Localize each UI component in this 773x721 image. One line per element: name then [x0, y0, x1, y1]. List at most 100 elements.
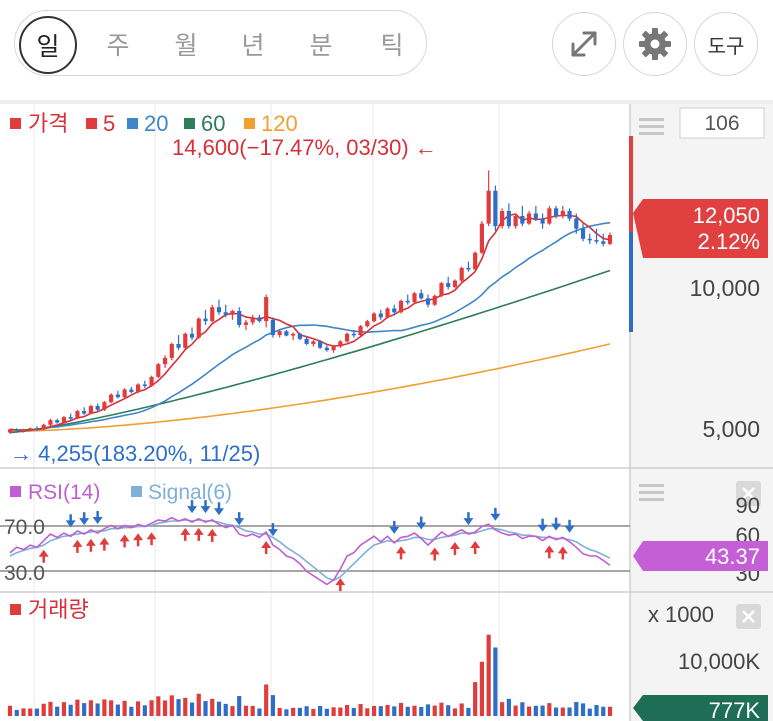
candle [311, 340, 316, 347]
volume-bar [264, 684, 269, 716]
sell-cross-arrow [79, 512, 90, 526]
volume-bar [7, 705, 13, 716]
legend-ma60: 60 [201, 111, 225, 136]
tab-period-day[interactable]: 일 [19, 16, 77, 74]
volume-bar [432, 705, 437, 716]
candle [136, 383, 141, 394]
volume-bar [14, 709, 19, 716]
legend-swatch-signal [131, 486, 142, 497]
volume-bar [156, 696, 161, 716]
candle [567, 208, 572, 222]
high-price-label: 14,600(−17.47%, 03/30) ← [172, 135, 437, 160]
volume-bar [55, 706, 60, 716]
tab-period-week[interactable]: 주 [91, 21, 145, 67]
legend-swatch-rsi [10, 486, 21, 497]
volume-bar [230, 706, 235, 716]
volume-bar [419, 706, 424, 716]
buy-cross-arrow [193, 527, 204, 541]
volume-bar [412, 705, 417, 716]
volume-bar [587, 708, 592, 716]
candle [459, 266, 464, 282]
tab-period-year[interactable]: 년 [226, 21, 280, 67]
buy-cross-arrow [335, 578, 346, 592]
volume-bar [88, 700, 93, 716]
candle [291, 332, 296, 341]
sell-cross-arrow [213, 502, 224, 516]
sell-cross-arrow [564, 519, 575, 533]
tab-period-month[interactable]: 월 [159, 21, 213, 67]
panel-menu-icon[interactable] [639, 118, 664, 135]
candle [210, 304, 215, 323]
candle [142, 380, 147, 389]
expand-button[interactable] [552, 12, 616, 76]
volume-bar [102, 699, 107, 716]
low-price-label: → 4,255(183.20%, 11/25) [10, 441, 260, 466]
tools-button[interactable]: 도구 [694, 12, 758, 76]
sell-cross-arrow [416, 516, 427, 530]
buy-cross-arrow [38, 549, 49, 563]
candle [48, 418, 53, 427]
candle [527, 210, 532, 225]
candle [189, 327, 195, 341]
sell-cross-arrow [92, 511, 103, 525]
volume-bar [574, 701, 579, 716]
buy-cross-arrow [180, 527, 191, 541]
candle [358, 324, 363, 337]
candle [371, 312, 377, 323]
candle [520, 205, 525, 227]
volume-bar [533, 705, 538, 716]
volume-bar [567, 707, 572, 716]
candle [587, 233, 592, 244]
volume-bar [162, 700, 168, 716]
candle [560, 205, 565, 219]
sell-cross-arrow [551, 517, 562, 531]
candle [365, 319, 370, 328]
tab-period-minute[interactable]: 분 [294, 21, 348, 67]
candle [88, 404, 93, 415]
buy-cross-arrow [85, 538, 96, 552]
legend-swatch-ma20 [127, 118, 138, 129]
legend-swatch-ma60 [184, 118, 195, 129]
tab-period-tick[interactable]: 틱 [365, 21, 419, 67]
volume-bar [250, 705, 255, 716]
candle [607, 232, 613, 246]
volume-bar [149, 700, 154, 716]
candle [419, 289, 424, 300]
volume-bar [425, 704, 431, 716]
candle [324, 345, 329, 352]
volume-bar [601, 706, 606, 716]
volume-bar [371, 706, 377, 716]
volume-close-button[interactable] [736, 604, 761, 629]
candle [183, 332, 188, 349]
volume-current-value: 777K [709, 698, 761, 721]
candle [473, 251, 478, 271]
volume-bar [109, 700, 114, 716]
volume-bar [115, 704, 120, 716]
buy-cross-arrow [133, 533, 144, 547]
buy-cross-arrow [429, 547, 440, 561]
volume-unit: x 1000 [648, 602, 714, 627]
volume-bar [500, 702, 505, 716]
rsi-panel-menu-icon[interactable] [639, 484, 664, 501]
ma60-path [9, 269, 611, 434]
buy-cross-arrow [544, 545, 555, 559]
volume-bar [223, 703, 228, 716]
candle [270, 317, 276, 338]
buy-cross-arrow [72, 539, 83, 553]
candle [405, 294, 410, 305]
settings-button[interactable] [623, 12, 687, 76]
candle [237, 307, 242, 328]
vertical-gridlines [33, 104, 500, 721]
candle [338, 340, 343, 348]
candle [196, 317, 201, 339]
volume-bar [277, 707, 282, 716]
stock-chart[interactable]: 가격 5 20 60 120 14,600(−17.47%, 03/30) ← … [0, 104, 773, 721]
candle [102, 400, 107, 412]
candle [115, 390, 120, 399]
candle [506, 203, 511, 229]
candle [109, 393, 114, 404]
rsi-panel: 70.0 30.0 [0, 500, 630, 592]
candle [378, 309, 383, 320]
sell-cross-arrow [537, 518, 548, 532]
candle [580, 223, 586, 242]
